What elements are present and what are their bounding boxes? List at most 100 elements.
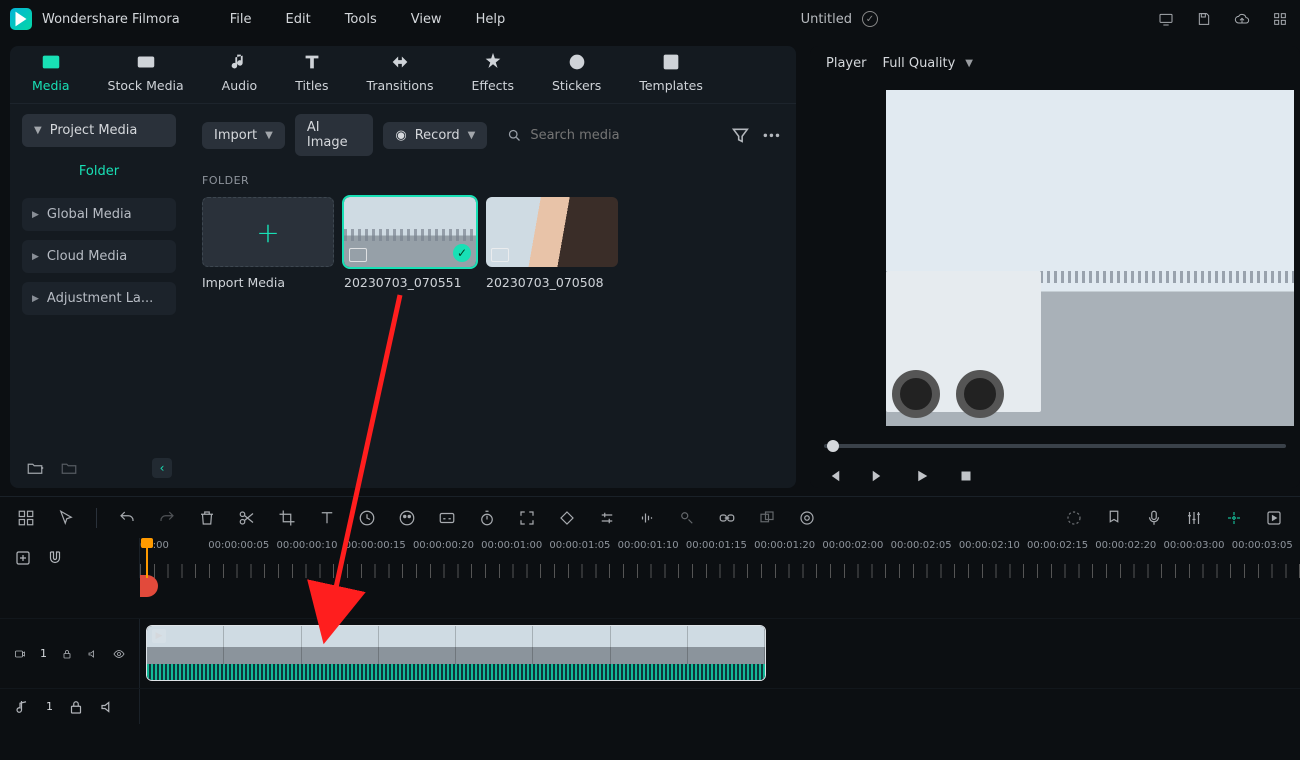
tab-effects[interactable]: Effects — [465, 46, 520, 103]
folder-section-label: FOLDER — [202, 174, 782, 187]
progress-knob[interactable] — [827, 440, 839, 452]
audio-track-lane[interactable] — [140, 689, 1300, 724]
import-button[interactable]: Import ▼ — [202, 122, 285, 149]
title-bar: Wondershare Filmora File Edit Tools View… — [0, 0, 1300, 38]
sidebar-item-global-media[interactable]: ▶ Global Media — [22, 198, 176, 231]
media-clip-1[interactable]: ✓ 20230703_070551 — [344, 197, 476, 290]
media-clip-2[interactable]: 20230703_070508 — [486, 197, 618, 290]
record-label: Record — [415, 128, 460, 143]
prev-frame-button[interactable] — [824, 466, 844, 486]
sidebar-item-cloud-media[interactable]: ▶ Cloud Media — [22, 240, 176, 273]
saved-status-icon: ✓ — [862, 11, 878, 27]
mute-track-icon[interactable] — [99, 698, 117, 716]
fit-icon[interactable] — [517, 508, 537, 528]
sidebar-cloud-label: Cloud Media — [47, 249, 127, 264]
tab-titles[interactable]: Titles — [289, 46, 334, 103]
keyframe-icon[interactable] — [557, 508, 577, 528]
video-track-lane[interactable]: ▶ — [140, 619, 1300, 688]
audio-mixer-icon[interactable] — [1184, 508, 1204, 528]
search-input[interactable] — [530, 128, 710, 143]
undo-icon[interactable] — [117, 508, 137, 528]
save-icon[interactable] — [1194, 9, 1214, 29]
audio-icon — [228, 51, 250, 73]
motion-icon[interactable] — [677, 508, 697, 528]
project-sidebar: ▼ Project Media Folder ▶ Global Media ▶ … — [10, 104, 188, 488]
tab-templates-label: Templates — [639, 78, 703, 93]
more-icon[interactable] — [761, 124, 782, 146]
stickers-icon — [566, 51, 588, 73]
visibility-icon[interactable] — [113, 645, 125, 663]
redo-icon[interactable] — [157, 508, 177, 528]
folder-link[interactable]: Folder — [22, 156, 176, 189]
tab-media[interactable]: Media — [26, 46, 76, 103]
menu-file[interactable]: File — [230, 12, 252, 27]
video-badge-icon — [349, 248, 367, 262]
lock-track-icon[interactable] — [67, 698, 85, 716]
media-tabstrip: Media Stock Media Audio Titles Transitio… — [10, 46, 796, 104]
group-icon[interactable] — [757, 508, 777, 528]
split-icon[interactable] — [237, 508, 257, 528]
templates-icon — [660, 51, 682, 73]
import-media-thumb[interactable]: + — [202, 197, 334, 267]
layout-icon[interactable] — [16, 508, 36, 528]
marker-add-icon[interactable] — [1064, 508, 1084, 528]
media-panel: Media Stock Media Audio Titles Transitio… — [10, 46, 796, 488]
project-media-label: Project Media — [50, 123, 138, 138]
preview-progress[interactable] — [824, 444, 1286, 448]
media-clip-2-thumb[interactable] — [486, 197, 618, 267]
mute-track-icon[interactable] — [87, 645, 99, 663]
menu-help[interactable]: Help — [476, 12, 506, 27]
record-button[interactable]: ◉ Record ▼ — [383, 122, 487, 149]
playhead[interactable] — [146, 538, 148, 578]
tab-templates[interactable]: Templates — [633, 46, 709, 103]
adjust-icon[interactable] — [597, 508, 617, 528]
sidebar-item-adjustment-layers[interactable]: ▶ Adjustment La... — [22, 282, 176, 315]
lock-track-icon[interactable] — [61, 645, 73, 663]
filter-icon[interactable] — [730, 124, 751, 146]
import-media-label: Import Media — [202, 275, 334, 290]
tab-audio[interactable]: Audio — [216, 46, 264, 103]
new-folder-icon[interactable] — [26, 459, 44, 477]
tab-stickers[interactable]: Stickers — [546, 46, 607, 103]
media-clip-1-thumb[interactable]: ✓ — [344, 197, 476, 267]
folder-icon[interactable] — [60, 459, 78, 477]
marker-icon[interactable] — [1104, 508, 1124, 528]
timer-icon[interactable] — [477, 508, 497, 528]
project-media-button[interactable]: ▼ Project Media — [22, 114, 176, 147]
tab-transitions[interactable]: Transitions — [361, 46, 440, 103]
apps-grid-icon[interactable] — [1270, 9, 1290, 29]
tab-stock-media[interactable]: Stock Media — [102, 46, 190, 103]
preview-quality-dropdown[interactable]: Full Quality ▼ — [882, 56, 973, 71]
voiceover-icon[interactable] — [1144, 508, 1164, 528]
chevron-right-icon: ▶ — [32, 252, 39, 262]
collapse-sidebar-button[interactable]: ‹ — [152, 458, 172, 478]
timeline-ruler[interactable]: 00:0000:00:00:0500:00:00:1000:00:00:1500… — [140, 538, 1300, 578]
stop-button[interactable] — [956, 466, 976, 486]
menu-view[interactable]: View — [411, 12, 442, 27]
magnet-icon[interactable] — [46, 549, 64, 567]
text-tool-icon[interactable] — [317, 508, 337, 528]
timeline-clip[interactable]: ▶ — [146, 625, 766, 681]
add-track-icon[interactable] — [14, 549, 32, 567]
search-media[interactable] — [497, 122, 720, 149]
ai-tool-icon[interactable] — [797, 508, 817, 528]
cursor-tool-icon[interactable] — [56, 508, 76, 528]
delete-icon[interactable] — [197, 508, 217, 528]
color-icon[interactable] — [397, 508, 417, 528]
audio-levels-icon[interactable] — [637, 508, 657, 528]
auto-reframe-icon[interactable] — [1224, 508, 1244, 528]
render-preview-icon[interactable] — [1264, 508, 1284, 528]
import-media-card[interactable]: + Import Media — [202, 197, 334, 290]
crop-icon[interactable] — [277, 508, 297, 528]
next-frame-button[interactable] — [868, 466, 888, 486]
play-button[interactable] — [912, 466, 932, 486]
menu-tools[interactable]: Tools — [345, 12, 377, 27]
ai-image-button[interactable]: AI Image — [295, 114, 374, 156]
link-icon[interactable] — [717, 508, 737, 528]
timeline-ruler-row: 00:0000:00:00:0500:00:00:1000:00:00:1500… — [0, 538, 1300, 578]
upload-cloud-icon[interactable] — [1232, 9, 1252, 29]
menu-edit[interactable]: Edit — [286, 12, 311, 27]
caption-icon[interactable] — [437, 508, 457, 528]
speed-icon[interactable] — [357, 508, 377, 528]
screen-record-icon[interactable] — [1156, 9, 1176, 29]
